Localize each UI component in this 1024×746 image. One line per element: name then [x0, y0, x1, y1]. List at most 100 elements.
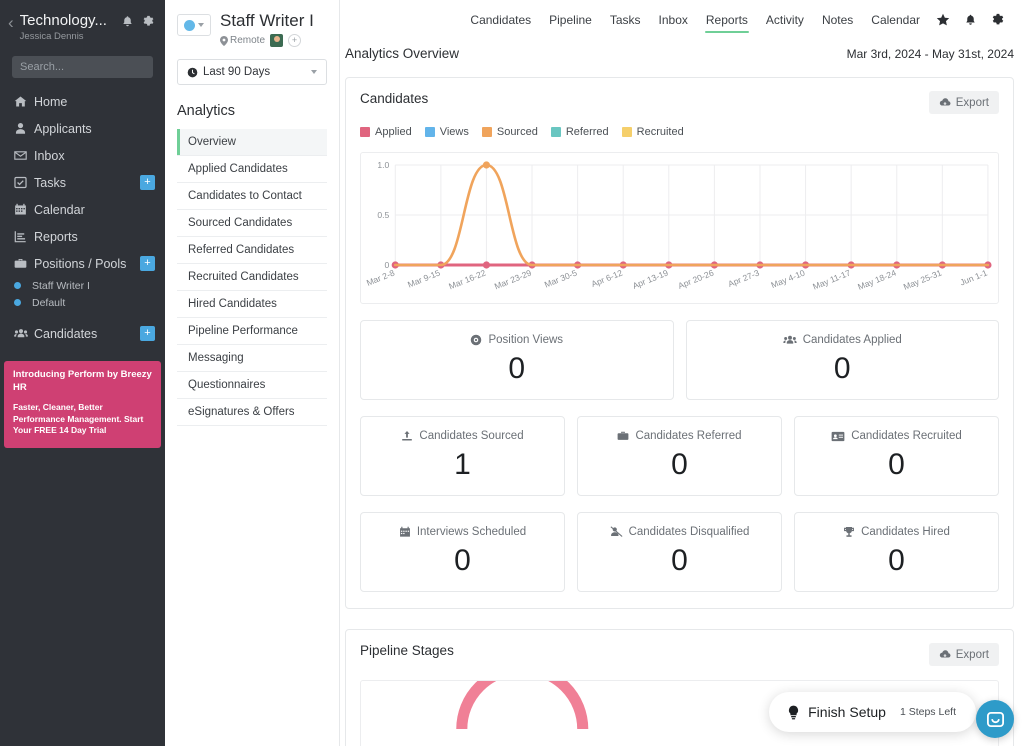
promo-body: Faster, Cleaner, Better Performance Mana… — [13, 402, 144, 435]
stat-row-1: Position Views 0 Candidates Applied 0 — [360, 320, 999, 400]
position-status-dropdown[interactable] — [177, 14, 211, 36]
tab-reports[interactable]: Reports — [697, 0, 757, 40]
stat-card-candidates-disqualified[interactable]: Candidates Disqualified 0 — [577, 512, 782, 592]
star-icon[interactable] — [929, 0, 957, 40]
legend-item-views[interactable]: Views — [424, 126, 469, 138]
sidebar-position-staff-writer[interactable]: Staff Writer I — [0, 277, 165, 294]
gear-icon[interactable] — [142, 15, 155, 28]
svg-text:0.5: 0.5 — [377, 210, 389, 220]
sidebar-nav: Home Applicants Inbox Tasks + Calendar R… — [0, 88, 165, 347]
export-button[interactable]: Export — [928, 91, 999, 114]
users-icon — [783, 335, 797, 344]
sidebar-item-label: Candidates — [34, 326, 98, 341]
user-icon — [14, 122, 34, 135]
stat-label: Position Views — [488, 334, 564, 346]
analytics-item-questionnaires[interactable]: Questionnaires — [177, 372, 327, 399]
sidebar-item-label: Applicants — [34, 121, 92, 136]
chat-bubble-icon[interactable] — [976, 700, 1014, 738]
org-block[interactable]: Technology... Jessica Dennis — [20, 12, 121, 43]
sidebar-item-label: Positions / Pools — [34, 256, 127, 271]
cloud-download-icon — [939, 98, 951, 106]
analytics-item-pipeline-performance[interactable]: Pipeline Performance — [177, 318, 327, 345]
analytics-item-label: Sourced Candidates — [188, 217, 293, 229]
analytics-item-recruited-candidates[interactable]: Recruited Candidates — [177, 264, 327, 291]
analytics-item-esignatures-offers[interactable]: eSignatures & Offers — [177, 399, 327, 426]
search-input[interactable]: Search... — [12, 56, 153, 78]
add-candidate-button[interactable]: + — [140, 326, 155, 341]
avatar[interactable] — [270, 34, 284, 47]
tab-inbox[interactable]: Inbox — [650, 0, 697, 40]
stat-card-candidates-applied[interactable]: Candidates Applied 0 — [685, 320, 999, 400]
stat-label-wrap: Candidates Hired — [803, 526, 990, 538]
id-card-icon — [831, 431, 845, 441]
sidebar-item-label: Inbox — [34, 148, 65, 163]
stat-card-interviews-scheduled[interactable]: Interviews Scheduled 0 — [360, 512, 565, 592]
legend-item-referred[interactable]: Referred — [550, 126, 609, 138]
status-dot-icon — [184, 19, 195, 31]
analytics-item-hired-candidates[interactable]: Hired Candidates — [177, 291, 327, 318]
tab-label: Tasks — [609, 13, 641, 27]
legend-item-recruited[interactable]: Recruited — [621, 126, 684, 138]
stat-label: Candidates Referred — [635, 430, 742, 442]
analytics-item-sourced-candidates[interactable]: Sourced Candidates — [177, 210, 327, 237]
sidebar-item-home[interactable]: Home — [0, 88, 165, 115]
sidebar-item-applicants[interactable]: Applicants — [0, 115, 165, 142]
export-button[interactable]: Export — [928, 643, 999, 666]
tab-candidates[interactable]: Candidates — [461, 0, 540, 40]
analytics-item-label: Candidates to Contact — [188, 190, 302, 202]
sidebar-item-reports[interactable]: Reports — [0, 223, 165, 250]
sidebar-item-candidates[interactable]: Candidates + — [0, 320, 165, 347]
tab-pipeline[interactable]: Pipeline — [540, 0, 601, 40]
sidebar-item-tasks[interactable]: Tasks + — [0, 169, 165, 196]
stat-card-position-views[interactable]: Position Views 0 — [360, 320, 674, 400]
envelope-icon — [14, 149, 34, 162]
legend-label: Referred — [565, 126, 609, 138]
stat-value: 0 — [454, 544, 471, 577]
briefcase-icon — [618, 431, 629, 440]
tab-tasks[interactable]: Tasks — [601, 0, 650, 40]
add-position-button[interactable]: + — [140, 256, 155, 271]
tab-label: Notes — [821, 13, 854, 27]
legend-item-applied[interactable]: Applied — [360, 126, 412, 138]
analytics-item-label: eSignatures & Offers — [188, 406, 295, 418]
analytics-item-label: Applied Candidates — [188, 163, 288, 175]
bell-icon[interactable] — [957, 0, 984, 40]
users-icon — [14, 327, 34, 340]
tab-label: Activity — [765, 13, 804, 27]
stat-card-candidates-hired[interactable]: Candidates Hired 0 — [794, 512, 999, 592]
add-task-button[interactable]: + — [140, 175, 155, 190]
tab-notes[interactable]: Notes — [813, 0, 862, 40]
analytics-item-applied-candidates[interactable]: Applied Candidates — [177, 156, 327, 183]
analytics-item-messaging[interactable]: Messaging — [177, 345, 327, 372]
stat-card-candidates-referred[interactable]: Candidates Referred 0 — [577, 416, 782, 496]
gear-icon[interactable] — [984, 0, 1012, 40]
tab-calendar[interactable]: Calendar — [862, 0, 929, 40]
legend-swatch — [550, 127, 561, 137]
sidebar-item-positions-pools[interactable]: Positions / Pools + — [0, 250, 165, 277]
tab-activity[interactable]: Activity — [757, 0, 813, 40]
add-member-button[interactable]: + — [288, 34, 302, 47]
finish-setup-widget[interactable]: Finish Setup 1 Steps Left — [769, 692, 976, 732]
svg-text:May 25-31: May 25-31 — [902, 268, 943, 292]
stat-label: Interviews Scheduled — [416, 526, 527, 538]
candidates-line-chart: 0 0.5 1.0 Mar 2-8 Mar 9-15 Mar 16-22 Mar 23-29… — [360, 152, 999, 304]
date-range-select[interactable]: Last 90 Days — [177, 59, 327, 85]
sidebar-position-label: Staff Writer I — [32, 279, 90, 292]
top-navigation: Candidates Pipeline Tasks Inbox Reports … — [340, 0, 1024, 40]
tab-label: Candidates — [470, 13, 532, 27]
stat-card-candidates-sourced[interactable]: Candidates Sourced 1 — [360, 416, 565, 496]
stat-card-candidates-recruited[interactable]: Candidates Recruited 0 — [794, 416, 999, 496]
sidebar-position-default[interactable]: Default — [0, 294, 165, 311]
promo-banner[interactable]: Introducing Perform by Breezy HR Faster,… — [4, 361, 161, 448]
sidebar-item-inbox[interactable]: Inbox — [0, 142, 165, 169]
legend-item-sourced[interactable]: Sourced — [481, 126, 538, 138]
analytics-item-referred-candidates[interactable]: Referred Candidates — [177, 237, 327, 264]
analytics-item-candidates-to-contact[interactable]: Candidates to Contact — [177, 183, 327, 210]
analytics-item-overview[interactable]: Overview — [177, 129, 327, 156]
sidebar-item-label: Calendar — [34, 202, 85, 217]
sidebar-item-calendar[interactable]: Calendar — [0, 196, 165, 223]
bell-icon[interactable] — [121, 15, 134, 28]
tab-label: Inbox — [658, 13, 688, 27]
back-icon[interactable]: ‹ — [8, 14, 14, 31]
chevron-down-icon — [311, 70, 317, 74]
